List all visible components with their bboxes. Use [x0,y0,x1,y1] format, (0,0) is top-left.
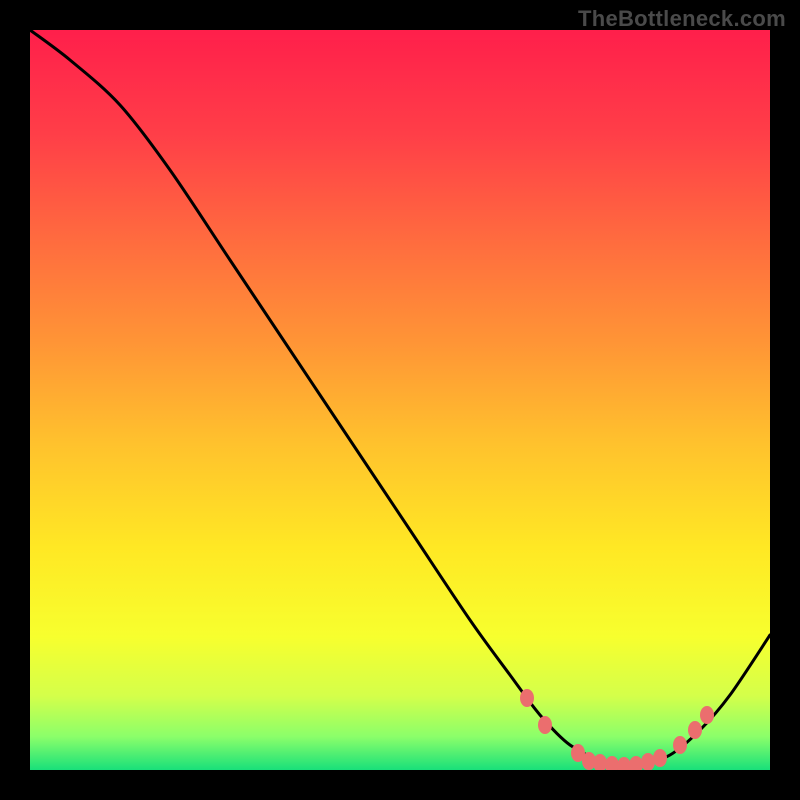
chart-svg [30,30,770,770]
chart-frame: TheBottleneck.com [0,0,800,800]
chart-plot-area [30,30,770,770]
chart-background [30,30,770,770]
watermark-text: TheBottleneck.com [578,6,786,32]
chart-marker [653,749,667,767]
chart-marker [673,736,687,754]
chart-marker [700,706,714,724]
chart-marker [538,716,552,734]
chart-marker [520,689,534,707]
chart-marker [688,721,702,739]
